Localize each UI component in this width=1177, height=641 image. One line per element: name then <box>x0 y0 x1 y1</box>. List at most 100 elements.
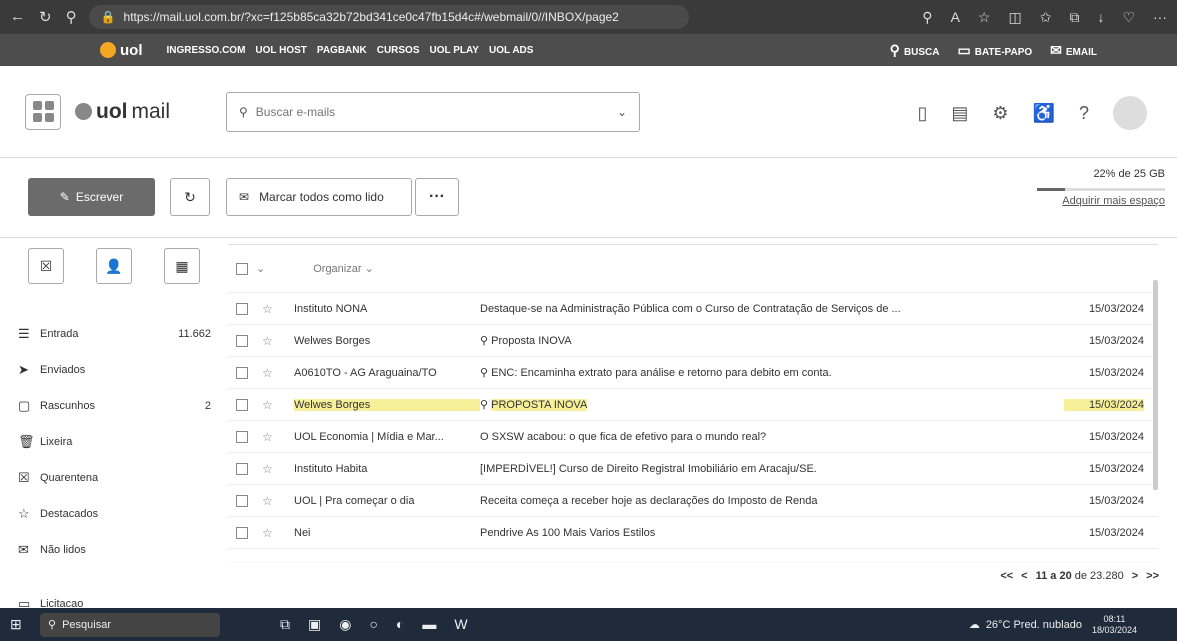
star-icon[interactable]: ☆ <box>262 526 294 540</box>
mobile-icon[interactable]: ▯ <box>918 103 928 124</box>
refresh-button[interactable]: ↻ <box>170 178 210 216</box>
sidebar-item-lixeira[interactable]: 🗑 Lixeira <box>0 424 225 460</box>
layout-icon[interactable]: ▤ <box>951 103 968 124</box>
back-icon[interactable]: ← <box>10 8 25 26</box>
star-icon[interactable]: ☆ <box>262 302 294 316</box>
uol-logo[interactable]: uol <box>100 42 143 59</box>
download-icon[interactable]: ↓ <box>1097 9 1104 26</box>
link-uol-play[interactable]: UOL PLAY <box>430 45 479 56</box>
taskbar-search[interactable]: ⚲ Pesquisar <box>40 612 220 637</box>
row-checkbox[interactable] <box>236 366 248 379</box>
storage-info: 22% de 25 GB Adquirir mais espaço <box>1037 168 1165 207</box>
row-checkbox[interactable] <box>236 398 248 411</box>
more-space-link[interactable]: Adquirir mais espaço <box>1062 195 1165 207</box>
link-pagbank[interactable]: PAGBANK <box>317 45 367 56</box>
row-checkbox[interactable] <box>236 462 248 475</box>
storage-bar <box>1037 188 1165 191</box>
apps-grid-button[interactable] <box>25 93 61 130</box>
star-icon[interactable]: ☆ <box>262 430 294 444</box>
search-input[interactable] <box>255 105 617 119</box>
table-row[interactable]: ☆ Instituto NONA Destaque-se na Administra… <box>228 293 1158 325</box>
avatar[interactable] <box>1113 96 1147 130</box>
table-row[interactable]: ☆ A0610TO - AG Araguaina/TO ⚲ ENC: Encamin… <box>228 357 1158 389</box>
sidebar-item-enviados[interactable]: ➤ Enviados <box>0 352 225 388</box>
gear-icon[interactable]: ⚙ <box>992 103 1008 124</box>
row-subject: Destaque-se na Administração Pública com… <box>480 302 901 315</box>
help-icon[interactable]: ? <box>1079 103 1089 124</box>
sidebar-item-destacados[interactable]: ☆ Destacados <box>0 496 225 532</box>
uol-mail-logo[interactable]: uol mail <box>75 100 170 124</box>
table-row[interactable]: ☆ UOL Economia | Mídia e Mar... O SXSW aca… <box>228 421 1158 453</box>
table-row[interactable]: ☆ UOL | Pra começar o dia Receita começa a… <box>228 485 1158 517</box>
row-checkbox[interactable] <box>236 334 248 347</box>
organize-dropdown[interactable]: Organizar ⌄ <box>313 262 374 275</box>
prev-page-button[interactable]: < <box>1021 570 1027 582</box>
accessibility-icon[interactable]: ♿ <box>1033 103 1055 124</box>
sidebar-item-quarentena[interactable]: ☒ Quarentena <box>0 460 225 496</box>
store-icon[interactable]: ▣ <box>308 616 321 633</box>
grid-cell <box>32 113 42 122</box>
email-link[interactable]: ✉ EMAIL <box>1050 42 1097 59</box>
chrome-icon[interactable]: ◉ <box>339 616 351 633</box>
task-view-icon[interactable]: ⧉ <box>280 616 290 633</box>
row-date: 15/03/2024 <box>1088 526 1144 539</box>
star-icon[interactable]: ☆ <box>262 398 294 412</box>
next-page-button[interactable]: > <box>1132 570 1138 582</box>
link-ingresso[interactable]: INGRESSO.COM <box>167 45 246 56</box>
first-page-button[interactable]: << <box>1000 570 1013 582</box>
edge-icon[interactable]: ◐ <box>396 616 404 633</box>
collections-icon[interactable]: ⧉ <box>1069 9 1079 26</box>
row-checkbox[interactable] <box>236 494 248 507</box>
link-cursos[interactable]: CURSOS <box>377 45 420 56</box>
split-screen-icon[interactable]: ◫ <box>1008 9 1021 26</box>
mark-all-read-button[interactable]: ✉ Marcar todos como lido <box>226 178 412 216</box>
windows-start-icon[interactable]: ⊞ <box>10 616 40 633</box>
sidebar-item-entrada[interactable]: ☰ Entrada 11.662 <box>0 316 225 352</box>
taskbar: ⊞ ⚲ Pesquisar ⧉ ▣ ◉ ○ ◐ ▬ W ☁ 26°C Pred.… <box>0 608 1177 641</box>
star-icon[interactable]: ☆ <box>262 462 294 476</box>
menu-icon[interactable]: ··· <box>1153 9 1167 26</box>
compose-button[interactable]: ✎ Escrever <box>28 178 155 216</box>
row-checkbox[interactable] <box>236 526 248 539</box>
scrollbar[interactable] <box>1153 280 1158 490</box>
row-checkbox[interactable] <box>236 430 248 443</box>
open-envelope-icon: ✉ <box>239 190 250 204</box>
explorer-icon[interactable]: ▬ <box>422 616 436 633</box>
clock[interactable]: 08:11 18/03/2024 <box>1092 614 1137 636</box>
star-icon[interactable]: ☆ <box>262 494 294 508</box>
row-checkbox[interactable] <box>236 302 248 315</box>
chevron-down-icon[interactable]: ⌄ <box>256 262 265 275</box>
select-all-checkbox[interactable] <box>236 262 248 275</box>
link-uol-ads[interactable]: UOL ADS <box>489 45 533 56</box>
opera-icon[interactable]: ○ <box>369 616 377 633</box>
calendar-button[interactable]: ▦ <box>164 248 200 284</box>
star-icon[interactable]: ☆ <box>262 334 294 348</box>
weather-widget[interactable]: ☁ 26°C Pred. nublado <box>969 618 1082 632</box>
word-icon[interactable]: W <box>454 616 467 633</box>
star-icon[interactable]: ☆ <box>262 366 294 380</box>
contacts-button[interactable]: 👤 <box>96 248 132 284</box>
user-icon: 👤 <box>105 257 123 274</box>
folder-list: ☰ Entrada 11.662 ➤ Enviados ▢ Rascunhos … <box>0 316 225 622</box>
sidebar-item-rascunhos[interactable]: ▢ Rascunhos 2 <box>0 388 225 424</box>
table-row[interactable]: ☆ Welwes Borges ⚲ PROPOSTA INOVA 15/03/2024 <box>228 389 1158 421</box>
bate-papo-link[interactable]: ▭ BATE-PAPO <box>958 42 1033 59</box>
link-uol-host[interactable]: UOL HOST <box>255 45 306 56</box>
extensions-icon[interactable]: ♡ <box>1122 9 1135 26</box>
zoom-icon[interactable]: ⚲ <box>922 9 932 26</box>
sidebar-item-nao-lidos[interactable]: ✉ Não lidos <box>0 532 225 568</box>
more-options-button[interactable]: ··· <box>415 178 459 216</box>
favorite-icon[interactable]: ☆ <box>978 9 991 26</box>
table-row[interactable]: ☆ Welwes Borges ⚲ Proposta INOVA 15/03/2024 <box>228 325 1158 357</box>
quarantine-shortcut-button[interactable]: ☒ <box>28 248 64 284</box>
table-row[interactable]: ☆ Nei Pendrive As 100 Mais Varios Estilos 1… <box>228 517 1158 549</box>
read-aloud-icon[interactable]: A <box>951 9 960 26</box>
favorites-icon[interactable]: ✩ <box>1040 9 1052 26</box>
reload-icon[interactable]: ↻ <box>39 8 52 26</box>
address-bar[interactable]: 🔒 https://mail.uol.com.br/?xc=f125b85ca3… <box>88 5 689 29</box>
busca-link[interactable]: ⚲ BUSCA <box>890 42 940 59</box>
search-icon[interactable]: ⚲ <box>66 8 77 26</box>
table-row[interactable]: ☆ Instituto Habita [IMPERDÍVEL!] Curso de … <box>228 453 1158 485</box>
last-page-button[interactable]: >> <box>1146 570 1159 582</box>
chevron-down-icon[interactable]: ⌄ <box>617 105 627 119</box>
